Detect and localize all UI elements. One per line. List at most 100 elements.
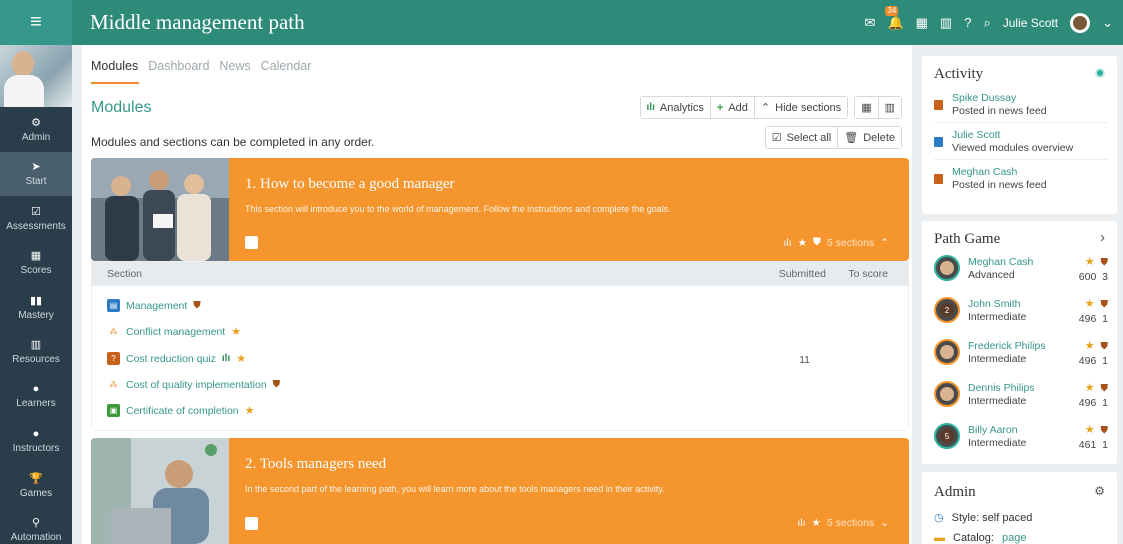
activity-item[interactable]: Spike Dussay Posted in news feed bbox=[934, 92, 1108, 123]
user-icon: ● bbox=[32, 383, 40, 396]
star-icon: ★ bbox=[1084, 424, 1095, 436]
sidebar-item-resources[interactable]: ▥ Resources bbox=[0, 330, 72, 375]
chevron-up-icon: ⌃ bbox=[760, 102, 771, 114]
top-bar: ≡ Middle management path ✉ 🔔 34 ▦ ▥ ? ⌕ J… bbox=[0, 0, 1123, 45]
network-icon: ⁂ bbox=[109, 380, 118, 389]
hide-sections-button[interactable]: ⌃ Hide sections bbox=[754, 97, 848, 118]
sidebar-item-games[interactable]: 🏆 Games bbox=[0, 463, 72, 508]
chevron-down-icon[interactable]: ⌄ bbox=[880, 517, 889, 529]
catalog-link[interactable]: page bbox=[1002, 532, 1026, 544]
chevron-right-icon[interactable]: › bbox=[1100, 229, 1105, 246]
grid-view-button[interactable]: ▦ bbox=[855, 97, 879, 118]
player-scores: ★ ⛊ 600 3 bbox=[1078, 256, 1108, 283]
star-icon: ★ bbox=[1084, 340, 1095, 352]
sidebar-item-scores[interactable]: ▦ Scores bbox=[0, 241, 72, 286]
certificate-icon: ▣ bbox=[107, 404, 120, 417]
submitted-count: 11 bbox=[799, 354, 810, 366]
shield-icon: ⛊ bbox=[813, 236, 821, 248]
player-avatar: 2 bbox=[934, 297, 960, 323]
activity-item[interactable]: Meghan Cash Posted in news feed bbox=[934, 166, 1108, 196]
help-icon[interactable]: ? bbox=[964, 15, 971, 30]
activity-item[interactable]: Julie Scott Viewed modules overview bbox=[934, 129, 1108, 160]
sidebar-item-admin[interactable]: ⚙ Admin bbox=[0, 107, 72, 152]
section-checkbox[interactable] bbox=[245, 517, 258, 530]
shield-icon: ⛊ bbox=[1100, 341, 1109, 352]
modules-description: Modules and sections can be completed in… bbox=[91, 135, 375, 149]
select-all-button[interactable]: ☑ Select all bbox=[765, 127, 839, 148]
tab-news[interactable]: News bbox=[219, 59, 250, 73]
player-scores: ★ ⛊ 461 1 bbox=[1078, 424, 1109, 451]
section-checkbox[interactable] bbox=[245, 236, 258, 249]
add-button[interactable]: + Add bbox=[710, 97, 755, 118]
table-row[interactable]: ⁂ Conflict management ★ bbox=[107, 325, 242, 339]
gear-icon[interactable]: ⚙ bbox=[1094, 484, 1105, 498]
leaderboard-row[interactable]: Meghan Cash Advanced ★ ⛊ 600 3 bbox=[934, 255, 1108, 283]
leaderboard-row[interactable]: Frederick Philips Intermediate ★ ⛊ 496 1 bbox=[934, 339, 1109, 367]
admin-style-row: ◷ Style: self paced bbox=[934, 511, 1033, 525]
active-tab-indicator bbox=[91, 82, 139, 84]
leaderboard-row[interactable]: Dennis Philips Intermediate ★ ⛊ 496 1 bbox=[934, 381, 1108, 409]
bar-chart-icon: ılı bbox=[797, 517, 806, 529]
trash-icon: 🗑 bbox=[844, 132, 859, 144]
section-meta: ılı ★ ⛊ 5 sections ⌃ bbox=[783, 236, 889, 249]
tab-bar: Modules Dashboard News Calendar bbox=[91, 59, 311, 73]
bar-chart-icon: ılı bbox=[783, 236, 792, 249]
plus-icon: + bbox=[716, 101, 724, 114]
mail-icon[interactable]: ✉ bbox=[865, 15, 876, 31]
sidebar-item-mastery[interactable]: ▮▮ Mastery bbox=[0, 285, 72, 330]
table-row[interactable]: ▤ Management ⛊ bbox=[107, 299, 201, 312]
section-description: In the second part of the learning path,… bbox=[245, 484, 665, 494]
activity-title: Activity bbox=[934, 66, 984, 82]
page-icon bbox=[934, 137, 943, 147]
user-name[interactable]: Julie Scott bbox=[1003, 16, 1058, 30]
section-title[interactable]: 1. How to become a good manager bbox=[245, 176, 455, 193]
calendar-icon[interactable]: ▦ bbox=[916, 15, 928, 31]
admin-panel: Admin ⚙ ◷ Style: self paced ▬ Catalog: p… bbox=[922, 472, 1117, 544]
leaderboard-row[interactable]: 2 John Smith Intermediate ★ ⛊ 496 1 bbox=[934, 297, 1108, 325]
action-group: ılı Analytics + Add ⌃ Hide sections bbox=[639, 96, 849, 119]
path-game-panel: Path Game › Meghan Cash Advanced ★ ⛊ 600 3… bbox=[922, 221, 1117, 464]
tab-calendar[interactable]: Calendar bbox=[261, 59, 312, 73]
quiz-icon: ? bbox=[107, 352, 120, 365]
column-header-section: Section bbox=[107, 268, 143, 280]
sidebar-item-start[interactable]: ➤ Start bbox=[0, 151, 72, 196]
table-row[interactable]: ▣ Certificate of completion ★ bbox=[107, 404, 255, 417]
tab-dashboard[interactable]: Dashboard bbox=[148, 59, 209, 73]
column-view-button[interactable]: ▥ bbox=[878, 97, 901, 118]
shield-icon: ⛊ bbox=[272, 379, 281, 390]
section-card-2[interactable]: 2. Tools managers need In the second par… bbox=[91, 438, 909, 544]
top-bar-actions: ✉ 🔔 34 ▦ ▥ ? ⌕ Julie Scott ⌄ bbox=[865, 0, 1113, 45]
shield-icon: ⛊ bbox=[1100, 425, 1109, 436]
search-icon[interactable]: ⌕ bbox=[983, 15, 990, 31]
chevron-up-icon[interactable]: ⌃ bbox=[880, 237, 889, 249]
gear-icon: ⚙ bbox=[31, 116, 41, 129]
menu-icon[interactable]: ≡ bbox=[0, 0, 72, 45]
delete-button[interactable]: 🗑 Delete bbox=[838, 127, 901, 148]
library-icon[interactable]: ▥ bbox=[940, 15, 952, 31]
sidebar-item-assessments[interactable]: ☑ Assessments bbox=[0, 196, 72, 241]
send-icon: ➤ bbox=[31, 161, 41, 174]
leaderboard-row[interactable]: 5 Billy Aaron Intermediate ★ ⛊ 461 1 bbox=[934, 423, 1109, 451]
section-image bbox=[91, 158, 229, 261]
path-game-title: Path Game bbox=[934, 231, 1001, 247]
document-icon: ▤ bbox=[107, 299, 120, 312]
tab-modules[interactable]: Modules bbox=[91, 59, 138, 73]
table-row[interactable]: ⁂ Cost of quality implementation ⛊ bbox=[107, 378, 281, 391]
sidebar-item-instructors[interactable]: ● Instructors bbox=[0, 419, 72, 464]
page-title: Middle management path bbox=[90, 10, 305, 34]
section-card-1[interactable]: 1. How to become a good manager This sec… bbox=[91, 158, 909, 261]
chevron-down-icon[interactable]: ⌄ bbox=[1102, 15, 1113, 31]
column-header-to-score: To score bbox=[848, 268, 888, 280]
table-row[interactable]: ? Cost reduction quiz ılı ★ bbox=[107, 352, 246, 365]
sidebar-item-automation[interactable]: ⚲ Automation bbox=[0, 508, 72, 544]
analytics-button[interactable]: ılı Analytics bbox=[640, 97, 711, 118]
user-avatar[interactable] bbox=[1070, 12, 1091, 33]
bar-chart-icon: ▮▮ bbox=[29, 294, 43, 307]
admin-title: Admin bbox=[934, 484, 976, 500]
player-scores: ★ ⛊ 496 1 bbox=[1078, 382, 1108, 409]
grid-icon: ▦ bbox=[861, 102, 872, 114]
section-title[interactable]: 2. Tools managers need bbox=[245, 456, 386, 473]
sidebar-item-learners[interactable]: ● Learners bbox=[0, 374, 72, 419]
notifications-icon[interactable]: 🔔 34 bbox=[885, 5, 904, 31]
trophy-icon: 🏆 bbox=[29, 472, 43, 485]
